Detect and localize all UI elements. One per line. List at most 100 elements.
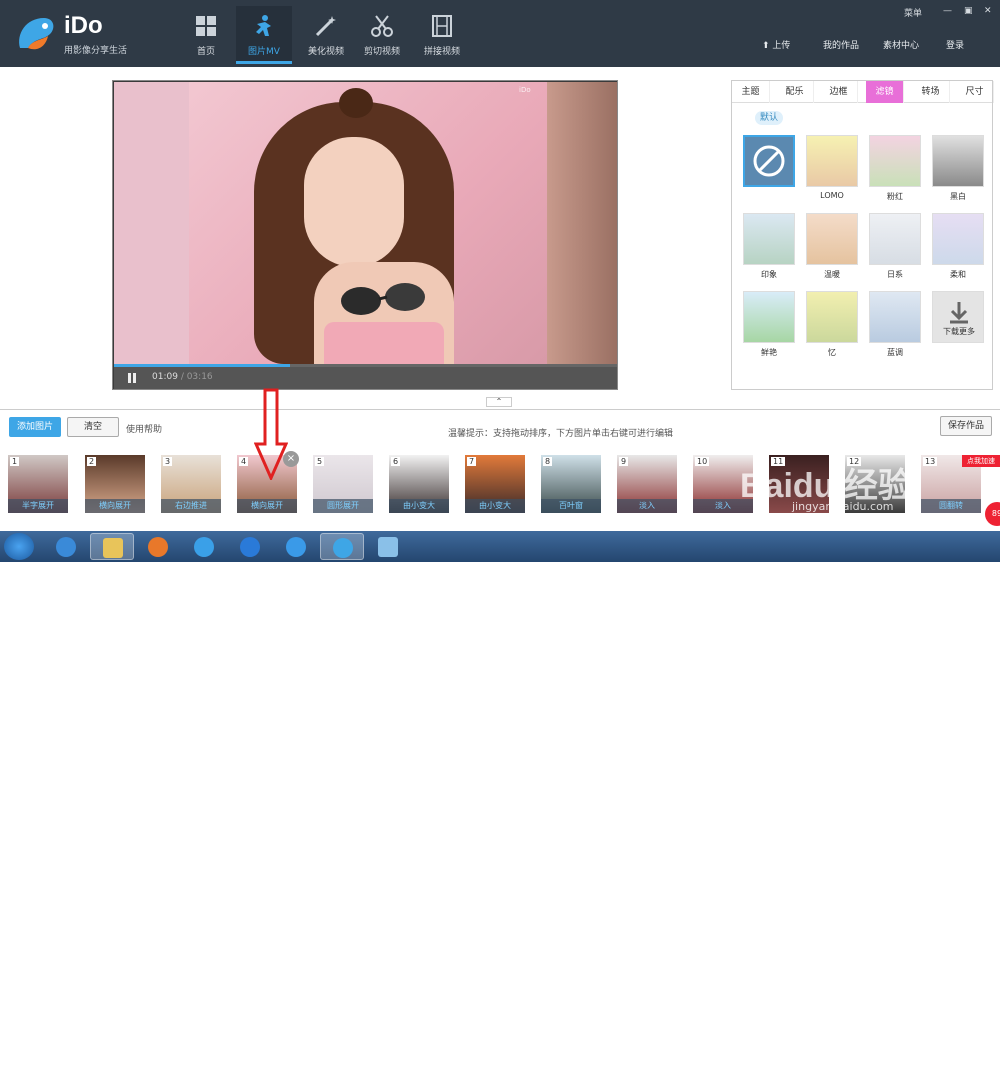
thumbnail-label: 横向展开 (85, 499, 145, 513)
clock-time: 9:39 (958, 1067, 977, 1076)
help-link[interactable]: 使用帮助 (126, 422, 162, 435)
sunglasses-icon (341, 283, 425, 315)
thumbnail[interactable]: 5 圆形展开 (313, 455, 373, 513)
hint-text: 温馨提示：支持拖动排序，下方图片单击右键可进行编辑 (448, 429, 674, 439)
taskbar-cloud[interactable] (182, 533, 226, 560)
thumbnail[interactable]: 7 由小变大 (465, 455, 525, 513)
tab-border[interactable]: 边框 (820, 81, 858, 103)
nav-photo-mv-label: 图片MV (248, 47, 280, 57)
nav-beautify-video[interactable]: 美化视频 (298, 6, 354, 64)
thumbnail[interactable]: 2 横向展开 (85, 455, 145, 513)
play-icon (286, 537, 306, 557)
folder-icon (103, 538, 123, 558)
thumbnail-label: 半字展开 (8, 499, 68, 513)
save-works-button[interactable]: 保存作品 (940, 416, 992, 436)
tray-icons[interactable]: ● ● ● ● ● ● ● (790, 1072, 854, 1081)
taskbar-paint[interactable] (366, 533, 410, 560)
thumbnail[interactable]: 3 右边推进 (161, 455, 221, 513)
tab-transition[interactable]: 转场 (912, 81, 950, 103)
download-icon (950, 302, 968, 324)
minimize-icon[interactable]: — (943, 6, 952, 16)
thumbnail-label: 右边推进 (161, 499, 221, 513)
filter-label-japanese: 日系 (887, 270, 903, 279)
nav-home-label: 首页 (196, 47, 215, 57)
my-works-link[interactable]: 我的作品 (823, 38, 859, 51)
time-display: 01:09 / 03:16 (152, 372, 213, 382)
taskbar-ie[interactable] (44, 533, 88, 560)
ad-speedup-badge[interactable]: 点我加速 (962, 455, 1000, 467)
menu-button[interactable]: 菜单 (904, 6, 922, 19)
red-arrow-annotation (254, 388, 288, 480)
thumbnail-number: 9 (619, 457, 629, 466)
taskbar-firefox[interactable] (136, 533, 180, 560)
thumbnail-label: 百叶窗 (541, 499, 601, 513)
thumbnail-number: 1 (10, 457, 20, 466)
filter-none[interactable] (743, 135, 795, 187)
speed-badge[interactable]: 89 (985, 502, 1000, 526)
add-images-button[interactable]: 添加图片 (9, 417, 61, 437)
filter-blues[interactable] (869, 291, 921, 343)
player-controls: 01:09 / 03:16 (114, 367, 617, 389)
filter-label-memory: 忆 (828, 348, 836, 357)
pause-icon[interactable] (127, 373, 137, 383)
download-more-label: 下载更多 (943, 327, 975, 336)
nav-join-video-label: 拼接视频 (423, 47, 460, 57)
windows-start-icon[interactable] (4, 533, 34, 560)
taskbar-explorer[interactable] (90, 533, 134, 560)
magic-wand-icon (315, 16, 336, 37)
preview-watermark: iDo (519, 86, 531, 94)
windows-taskbar: CH ⓘ ● ● ● ● ● ● ● 9:39 2015/11/14 (0, 531, 1000, 1087)
filter-label-lomo: LOMO (820, 191, 844, 200)
video-preview[interactable]: iDo 01:09 / 03:16 (112, 80, 618, 390)
panel-tabs: 主题 配乐 边框 滤镜 转场 尺寸 (732, 81, 994, 103)
tab-music[interactable]: 配乐 (776, 81, 814, 103)
scissors-icon (371, 15, 393, 37)
filter-warm[interactable] (806, 213, 858, 265)
filter-label-soft: 柔和 (950, 270, 966, 279)
app-slogan: 用影像分享生活 (64, 46, 128, 56)
tab-filter[interactable]: 滤镜 (866, 81, 904, 103)
nav-cut-video-label: 剪切视频 (363, 47, 400, 57)
clear-button[interactable]: 清空 (67, 417, 119, 437)
filter-label-warm: 温暖 (824, 270, 840, 279)
filter-vivid[interactable] (743, 291, 795, 343)
ido-app-icon (333, 538, 353, 558)
help-icon[interactable]: ⓘ (750, 1072, 758, 1083)
time-total: / 03:16 (180, 372, 213, 382)
filter-soft[interactable] (932, 213, 984, 265)
filter-impression[interactable] (743, 213, 795, 265)
film-icon (432, 15, 452, 37)
close-icon[interactable]: ✕ (984, 6, 992, 16)
taskbar-kugou[interactable] (228, 533, 272, 560)
restore-icon[interactable]: ▣ (964, 6, 973, 16)
tab-theme[interactable]: 主题 (732, 81, 770, 103)
system-clock[interactable]: 9:39 2015/11/14 (944, 1066, 990, 1088)
nav-photo-mv[interactable]: 图片MV (236, 6, 292, 64)
nav-home[interactable]: 首页 (178, 6, 234, 64)
nav-join-video[interactable]: 拼接视频 (414, 6, 470, 64)
filter-pink[interactable] (869, 135, 921, 187)
taskbar-player[interactable] (274, 533, 318, 560)
filter-japanese[interactable] (869, 213, 921, 265)
collapse-chevron-icon[interactable]: ⌃ (486, 397, 512, 407)
upload-button[interactable]: ⬆ 上传 (762, 38, 790, 51)
thumbnail-label: 横向展开 (237, 499, 297, 513)
filter-lomo[interactable] (806, 135, 858, 187)
filter-memory[interactable] (806, 291, 858, 343)
default-chip[interactable]: 默认 (755, 111, 784, 125)
material-center-link[interactable]: 素材中心 (883, 38, 919, 51)
thumbnail[interactable]: 6 由小变大 (389, 455, 449, 513)
thumbnail[interactable]: 8 百叶窗 (541, 455, 601, 513)
tab-size[interactable]: 尺寸 (956, 81, 994, 103)
thumbnail-number: 13 (923, 457, 938, 466)
filter-bw[interactable] (932, 135, 984, 187)
filter-label-pink: 粉红 (887, 192, 903, 201)
input-language[interactable]: CH (718, 1072, 730, 1081)
thumbnail-label: 圆翻转 (921, 499, 981, 513)
thumbnail[interactable]: 1 半字展开 (8, 455, 68, 513)
login-link[interactable]: 登录 (946, 38, 964, 51)
download-more-button[interactable]: 下载更多 (932, 291, 984, 343)
thumbnail[interactable]: 9 淡入 (617, 455, 677, 513)
taskbar-ido[interactable] (320, 533, 364, 560)
nav-cut-video[interactable]: 剪切视频 (354, 6, 410, 64)
